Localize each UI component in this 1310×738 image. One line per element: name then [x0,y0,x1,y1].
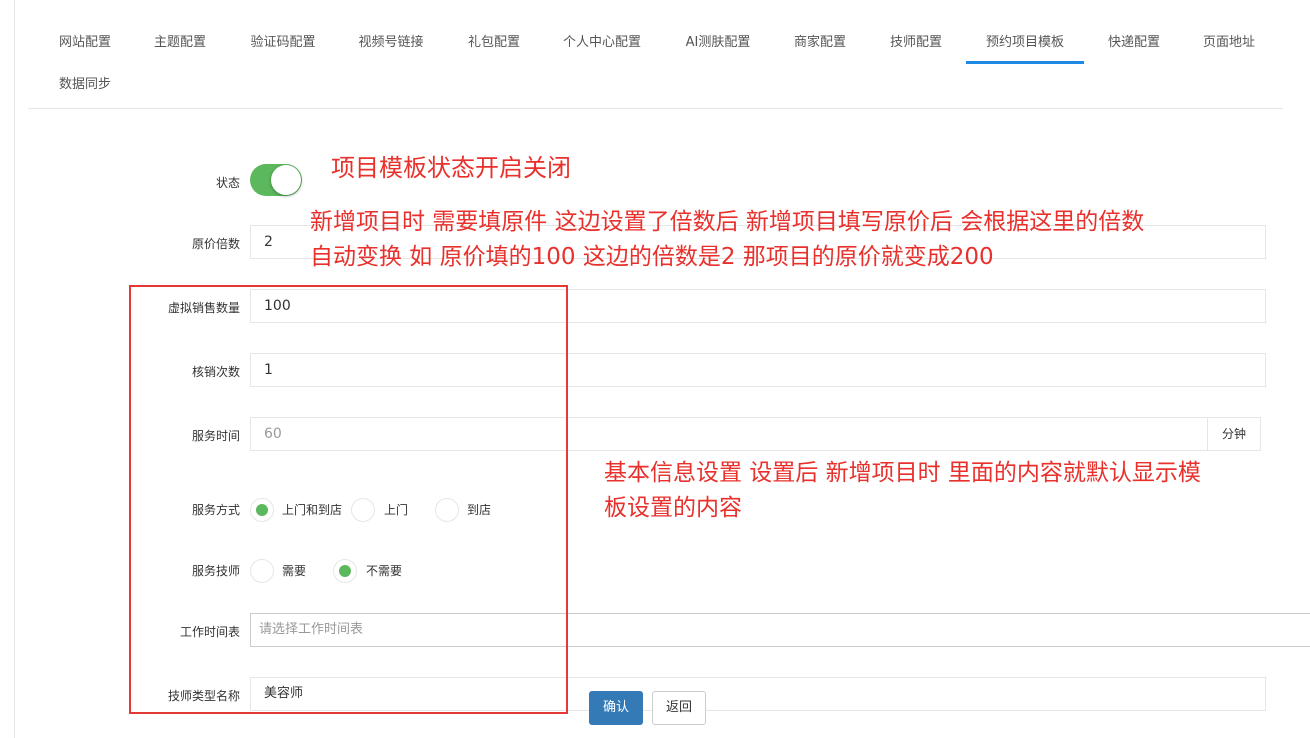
tab-merchant[interactable]: 商家配置 [794,22,846,64]
status-annotation: 项目模板状态开启关闭 [331,154,571,182]
config-tabs: 网站配置 主题配置 验证码配置 视频号链接 礼包配置 个人中心配置 AI测肤配置… [28,22,1283,109]
tab-video-link[interactable]: 视频号链接 [358,22,424,64]
price-multiplier-label: 原价倍数 [191,237,240,251]
multiplier-annotation-line2: 自动变换 如 原价填的100 这边的倍数是2 那项目的原价就变成200 [310,244,994,270]
confirm-button[interactable]: 确认 [589,691,643,725]
back-button[interactable]: 返回 [652,691,706,725]
tab-page-url[interactable]: 页面地址 [1202,22,1256,64]
basic-info-annotation-line1: 基本信息设置 设置后 新增项目时 里面的内容就默认显示模 [604,460,1201,486]
tab-technician[interactable]: 技师配置 [889,22,943,64]
tab-captcha[interactable]: 验证码配置 [250,22,316,64]
tab-website[interactable]: 网站配置 [58,22,112,64]
tab-theme[interactable]: 主题配置 [154,22,206,64]
basic-info-annotation-line2: 板设置的内容 [604,495,742,521]
page: 网站配置 主题配置 验证码配置 视频号链接 礼包配置 个人中心配置 AI测肤配置… [0,0,1310,738]
multiplier-annotation-line1: 新增项目时 需要填原件 这边设置了倍数后 新增项目填写原价后 会根据这里的倍数 [310,209,1145,235]
tab-booking-template[interactable]: 预约项目模板 [966,22,1084,64]
panel-edge [14,0,15,738]
tab-ai-skin[interactable]: AI测肤配置 [684,22,752,64]
status-toggle[interactable] [250,164,302,196]
tab-data-sync[interactable]: 数据同步 [58,64,112,106]
status-label: 状态 [215,176,240,190]
tab-user-center[interactable]: 个人中心配置 [562,22,642,64]
toggle-knob [271,165,301,195]
annotation-highlight-box [129,285,568,714]
service-time-unit: 分钟 [1207,417,1261,451]
tab-gift[interactable]: 礼包配置 [467,22,521,64]
tab-express[interactable]: 快递配置 [1106,22,1162,64]
